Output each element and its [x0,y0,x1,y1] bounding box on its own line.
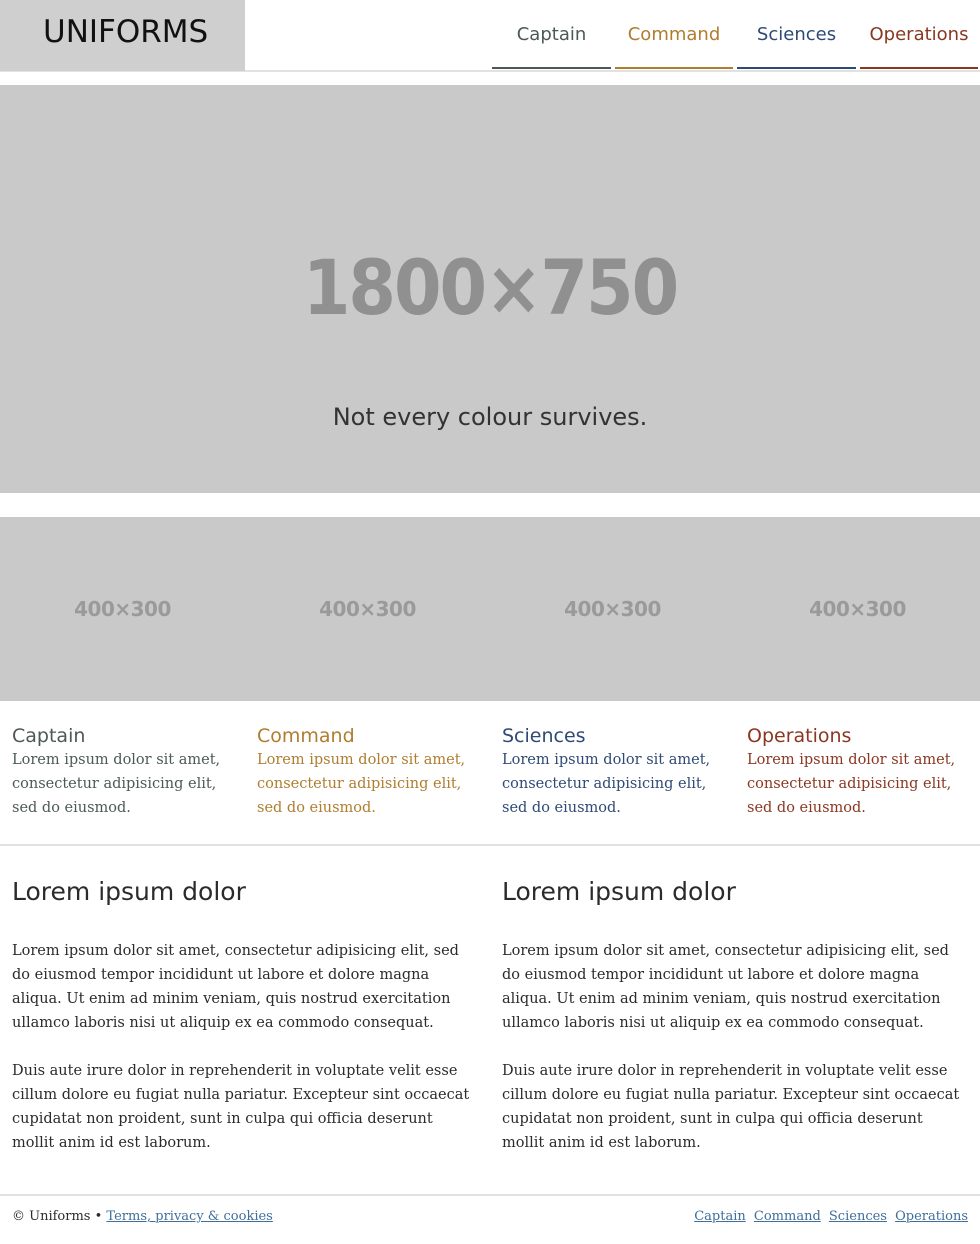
division-text: Lorem ipsum dolor sit amet, consectetur … [12,752,221,816]
site-logo[interactable]: UNIFORMS [43,14,208,50]
footer-link-operations[interactable]: Operations [895,1209,968,1224]
nav-command[interactable]: Command [615,0,733,69]
article-paragraph: Duis aute irure dolor in reprehenderit i… [502,1063,960,1151]
thumbnail-dimensions: 400×300 [809,597,906,621]
hero-image-dimensions: 1800×750 [302,243,679,332]
division-text: Lorem ipsum dolor sit amet, consectetur … [747,752,956,816]
article-left: Lorem ipsum dolor Lorem ipsum dolor sit … [12,875,477,1155]
thumbnail-sciences[interactable]: 400×300 [490,517,735,701]
hero-image-placeholder: 1800×750 Not every colour survives. [0,85,980,493]
article-title: Lorem ipsum dolor [12,877,246,906]
nav-sciences[interactable]: Sciences [737,0,856,69]
hero-tagline: Not every colour survives. [332,403,648,431]
footer-copyright: © Uniforms • Terms, privacy & cookies [12,1209,273,1224]
article-right: Lorem ipsum dolor Lorem ipsum dolor sit … [502,875,967,1155]
thumbnail-dimensions: 400×300 [74,597,171,621]
footer-divider [0,1194,980,1196]
division-text: Lorem ipsum dolor sit amet, consectetur … [257,752,466,816]
thumbnail-operations[interactable]: 400×300 [735,517,980,701]
thumbnail-dimensions: 400×300 [319,597,416,621]
thumbnail-command[interactable]: 400×300 [245,517,490,701]
footer-link-sciences[interactable]: Sciences [829,1209,887,1224]
article-paragraph: Lorem ipsum dolor sit amet, consectetur … [12,943,459,1031]
thumbnail-captain[interactable]: 400×300 [0,517,245,701]
division-card-operations: Operations Lorem ipsum dolor sit amet, c… [747,724,977,820]
terms-link[interactable]: Terms, privacy & cookies [106,1209,272,1224]
nav-operations[interactable]: Operations [860,0,978,69]
section-divider [0,844,980,846]
division-text: Lorem ipsum dolor sit amet, consectetur … [502,752,711,816]
division-card-captain: Captain Lorem ipsum dolor sit amet, cons… [12,724,242,820]
footer-nav: Captain Command Sciences Operations [690,1209,968,1224]
thumbnail-dimensions: 400×300 [564,597,661,621]
division-title[interactable]: Sciences [502,724,732,748]
article-title: Lorem ipsum dolor [502,877,736,906]
nav-captain[interactable]: Captain [492,0,611,69]
division-title[interactable]: Captain [12,724,242,748]
division-card-command: Command Lorem ipsum dolor sit amet, cons… [257,724,487,820]
thumbnail-strip: 400×300 400×300 400×300 400×300 [0,517,980,701]
footer-link-captain[interactable]: Captain [694,1209,746,1224]
article-paragraph: Duis aute irure dolor in reprehenderit i… [12,1063,470,1151]
copyright-text: © Uniforms • [12,1209,103,1224]
site-header: UNIFORMS Captain Command Sciences Operat… [0,0,980,72]
division-title[interactable]: Command [257,724,487,748]
logo-box[interactable]: UNIFORMS [0,0,245,71]
division-title[interactable]: Operations [747,724,977,748]
division-card-sciences: Sciences Lorem ipsum dolor sit amet, con… [502,724,732,820]
article-paragraph: Lorem ipsum dolor sit amet, consectetur … [502,943,949,1031]
footer-link-command[interactable]: Command [754,1209,821,1224]
